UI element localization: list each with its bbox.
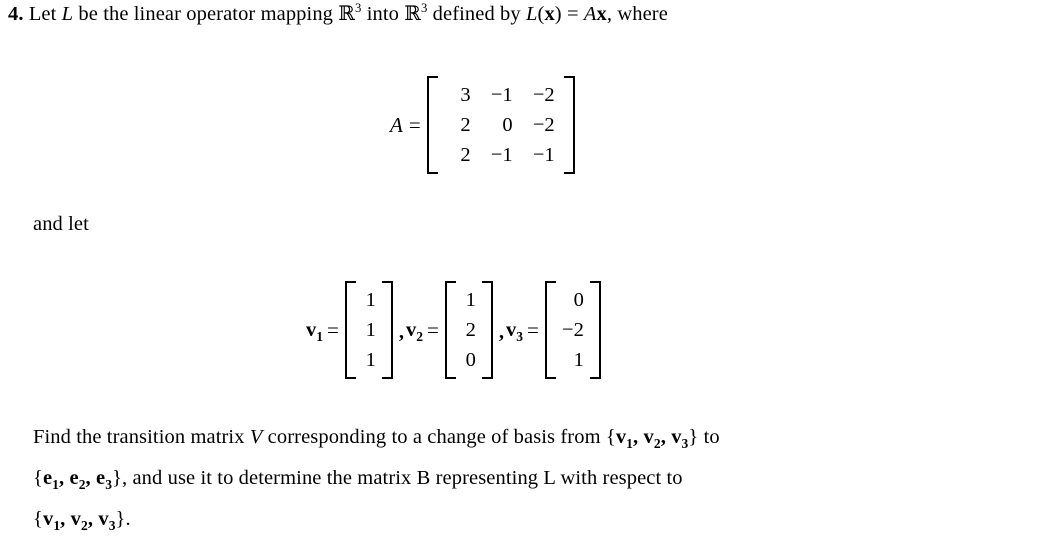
vector-v3: v3 = 0 −2 1 (506, 281, 601, 379)
set-open-brace-1: { (605, 426, 616, 448)
matrix-a-equation: A = 3 −1 −2 2 0 −2 2 −1 −1 (390, 76, 575, 174)
intro-text-2: be the linear operator mapping (78, 3, 334, 25)
intro-text-1: Let (28, 3, 57, 25)
matrix-a-equals: = (408, 112, 421, 137)
bracket-left (544, 281, 556, 379)
transition-matrix-V: V (249, 426, 263, 448)
vector-cell: 1 (365, 288, 376, 311)
question-line-1: Find the transition matrix V correspondi… (33, 426, 720, 452)
vector-v3-grid: 0 −2 1 (556, 281, 590, 379)
bracket-left (426, 76, 438, 174)
matrix-a-brackets: 3 −1 −2 2 0 −2 2 −1 −1 (426, 76, 575, 174)
question-text-2: , and use it to determine the matrix B r… (122, 467, 683, 489)
vector-v1-label: v1 (306, 318, 324, 344)
bracket-right (563, 76, 575, 174)
set-open-brace-3: { (33, 508, 43, 530)
question-text-1c: to (703, 426, 720, 448)
set-v3-final: v3 (98, 508, 116, 534)
vector-v1-equals: = (327, 317, 339, 342)
vector-cell: 1 (465, 288, 476, 311)
set-v2-final: v2 (70, 508, 88, 534)
def-vector-x-2: x (596, 3, 607, 25)
vector-separator-1: , (398, 320, 404, 343)
vector-v1: v1 = 1 1 1 (306, 281, 393, 379)
vector-v3-equals: = (526, 317, 539, 342)
matrix-cell: 2 (460, 113, 471, 136)
vector-cell: 0 (573, 288, 584, 311)
def-vector-x: x (544, 3, 555, 25)
vector-v2-equals: = (427, 317, 439, 342)
intro-text-5: where (617, 3, 668, 25)
vector-cell: 1 (365, 318, 376, 341)
set-e2: e2 (69, 467, 86, 493)
operator-symbol-L: L (61, 3, 74, 25)
set-v1-final: v1 (42, 508, 61, 534)
problem-page: 4. Let L be the linear operator mapping … (0, 0, 1042, 546)
vector-v3-brackets: 0 −2 1 (544, 281, 601, 379)
vector-cell: 2 (465, 318, 476, 341)
vector-cell: −2 (562, 318, 584, 341)
vector-v1-brackets: 1 1 1 (344, 281, 393, 379)
vector-v3-label: v3 (505, 318, 523, 344)
vector-cell: 1 (573, 348, 584, 371)
vector-v2-label: v2 (405, 318, 423, 344)
vector-v2-brackets: 1 2 0 (444, 281, 493, 379)
bracket-right (589, 281, 601, 379)
def-equals: = (566, 3, 579, 25)
basis-vectors-row: v1 = 1 1 1 , v2 = 1 2 0 , v3 = 0 −2 1 (306, 281, 601, 379)
question-period: . (125, 508, 131, 530)
intro-text-4: defined by (432, 3, 521, 25)
def-paren-close: ) (554, 3, 562, 25)
set-open-brace-2: { (33, 467, 43, 489)
bracket-left (344, 281, 356, 379)
and-let-text: and let (33, 213, 89, 235)
vector-cell: 0 (465, 348, 476, 371)
matrix-a-label: A (390, 112, 403, 137)
bracket-right (381, 281, 393, 379)
set-e1: e1 (42, 467, 60, 493)
question-text-1a: Find the transition matrix (33, 426, 245, 448)
vector-separator-2: , (498, 320, 504, 343)
question-line-2: {e1, e2, e3}, and use it to determine th… (33, 467, 683, 493)
intro-text-3: into (366, 3, 399, 25)
set-v1: v1 (615, 426, 634, 452)
def-matrix-A: A (583, 3, 597, 25)
matrix-cell: −1 (490, 143, 513, 166)
vector-v2-grid: 1 2 0 (456, 281, 482, 379)
bracket-left (444, 281, 456, 379)
matrix-cell: −1 (532, 143, 555, 166)
question-line-3: {v1, v2, v3}. (33, 508, 131, 534)
set-close-brace-2: } (112, 467, 123, 489)
bracket-right (481, 281, 493, 379)
blackboard-r-icon-2: ℝ (404, 1, 421, 25)
vector-v1-grid: 1 1 1 (356, 281, 382, 379)
matrix-cell: −2 (532, 113, 555, 136)
matrix-a-grid: 3 −1 −2 2 0 −2 2 −1 −1 (438, 76, 564, 174)
matrix-cell: 0 (502, 113, 513, 136)
matrix-cell: 3 (460, 83, 471, 106)
matrix-cell: 2 (460, 143, 471, 166)
set-close-brace-3: } (115, 508, 126, 530)
vector-v2: v2 = 1 2 0 (406, 281, 493, 379)
set-v2: v2 (643, 426, 661, 452)
set-e3: e3 (96, 467, 113, 493)
problem-statement-line: 4. Let L be the linear operator mapping … (8, 1, 668, 25)
problem-number: 4. (8, 3, 24, 25)
def-L: L (525, 3, 538, 25)
matrix-cell: −2 (532, 83, 555, 106)
blackboard-r-icon: ℝ (338, 1, 355, 25)
set-v3: v3 (671, 426, 689, 452)
vector-cell: 1 (365, 348, 376, 371)
matrix-cell: −1 (490, 83, 513, 106)
question-text-1b: corresponding to a change of basis from (267, 426, 601, 448)
set-close-brace-1: } (688, 426, 699, 448)
